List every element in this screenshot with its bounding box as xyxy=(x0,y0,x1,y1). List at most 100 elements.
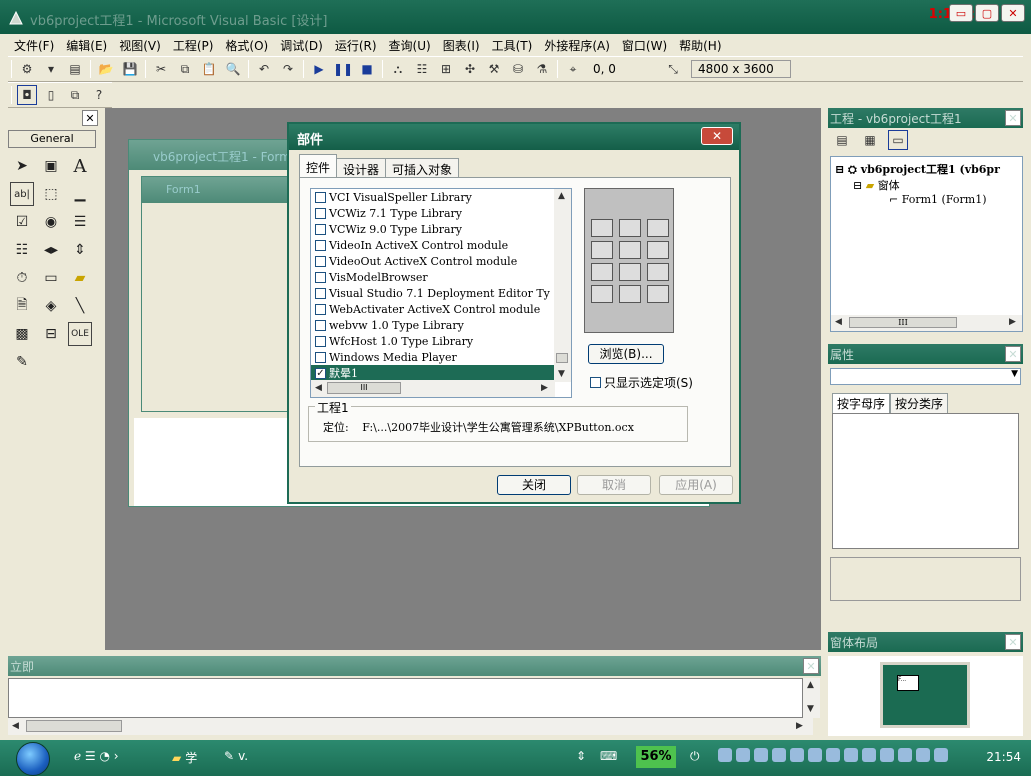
cancel-button[interactable]: 取消 xyxy=(577,475,651,495)
list-item[interactable]: VCI VisualSpeller Library xyxy=(311,189,555,205)
tree-root[interactable]: ⊟ ⛭ vb6project工程1 (vb6pr xyxy=(835,161,1000,177)
data-view-icon[interactable]: ⛁ xyxy=(508,59,528,79)
apply-button[interactable]: 应用(A) xyxy=(659,475,733,495)
start-button[interactable] xyxy=(16,742,50,776)
drivelistbox-tool-icon[interactable]: ▭ xyxy=(39,266,63,290)
taskbar-item-vb[interactable]: ✎ v. xyxy=(224,749,248,763)
add-project-icon[interactable]: ⚙ xyxy=(17,59,37,79)
data-tool-icon[interactable]: ⊟ xyxy=(39,322,63,346)
line-tool-icon[interactable]: ╲ xyxy=(68,294,92,318)
scroll-thumb[interactable] xyxy=(556,353,568,363)
open-folder-icon[interactable]: 📂 xyxy=(96,59,116,79)
menu-debug[interactable]: 调试(D) xyxy=(274,37,329,54)
pointer-tool-icon[interactable]: ➤ xyxy=(10,154,34,178)
immediate-input[interactable] xyxy=(8,678,803,718)
tray-icon[interactable] xyxy=(736,748,750,762)
menu-project[interactable]: 工程(P) xyxy=(167,37,220,54)
tab-insertable-objects[interactable]: 可插入对象 xyxy=(385,158,460,178)
timer-tool-icon[interactable]: ⏱ xyxy=(10,266,34,290)
component-checkbox[interactable] xyxy=(315,191,326,203)
menu-diagram[interactable]: 图表(I) xyxy=(437,37,486,54)
browse-button[interactable]: 浏览(B)... xyxy=(588,344,664,364)
tray-icon[interactable] xyxy=(844,748,858,762)
toolbox-general-tab[interactable]: General xyxy=(8,130,96,148)
close-window-button[interactable]: ✕ xyxy=(1001,4,1025,22)
tray-icon[interactable] xyxy=(772,748,786,762)
scroll-up-icon[interactable]: ▲ xyxy=(807,680,814,690)
custom-control-icon[interactable]: ✎ xyxy=(10,350,34,374)
list-item[interactable]: VisModelBrowser xyxy=(311,269,555,285)
dialog-close-action-button[interactable]: 关闭 xyxy=(497,475,571,495)
tray-icon[interactable] xyxy=(718,748,732,762)
quicklaunch-ie-icon[interactable]: ℯ ☰ ◔ › xyxy=(74,749,119,763)
run-icon[interactable]: ▶ xyxy=(309,59,329,79)
tray-icon[interactable] xyxy=(754,748,768,762)
form-layout-icon[interactable]: ⊞ xyxy=(436,59,456,79)
only-selected-option[interactable]: 只显示选定项(S) xyxy=(590,374,693,391)
listbox-tool-icon[interactable]: ☷ xyxy=(10,238,34,262)
menu-file[interactable]: 文件(F) xyxy=(8,37,60,54)
properties-grid[interactable] xyxy=(832,413,1019,549)
help-icon[interactable]: ? xyxy=(89,85,109,105)
view-code-icon[interactable]: ▤ xyxy=(832,130,852,150)
dirlistbox-tool-icon[interactable]: ▰ xyxy=(68,266,92,290)
filelistbox-tool-icon[interactable]: 🗎 xyxy=(10,294,34,318)
pause-icon[interactable]: ❚❚ xyxy=(333,59,353,79)
menu-run[interactable]: 运行(R) xyxy=(329,37,383,54)
list-item[interactable]: webvw 1.0 Type Library xyxy=(311,317,555,333)
component-checkbox[interactable] xyxy=(315,351,326,363)
tab-controls[interactable]: 控件 xyxy=(299,154,338,178)
form1-window[interactable]: Form1 xyxy=(141,176,291,412)
checkbox-tool-icon[interactable]: ☑ xyxy=(10,210,34,234)
list-item[interactable]: VCWiz 9.0 Type Library xyxy=(311,221,555,237)
scroll-left-icon[interactable]: ◀ xyxy=(12,721,19,731)
taskbar-item-folder[interactable]: ▰ 学 xyxy=(172,749,197,766)
taskbar-scroll-icon[interactable]: ⇕ xyxy=(576,749,586,763)
optionbutton-tool-icon[interactable]: ◉ xyxy=(39,210,63,234)
component-checkbox[interactable] xyxy=(315,207,326,219)
tree-horizontal-scrollbar[interactable]: ◀ III ▶ xyxy=(831,315,1022,331)
scroll-left-icon[interactable]: ◀ xyxy=(315,383,322,393)
bring-to-front-icon[interactable]: ◘ xyxy=(17,85,37,105)
label-tool-icon[interactable]: A xyxy=(68,154,92,178)
menu-edit[interactable]: 编辑(E) xyxy=(60,37,113,54)
toolbox-icon[interactable]: ⚒ xyxy=(484,59,504,79)
project-panel-close-icon[interactable]: ✕ xyxy=(1005,110,1021,126)
dialog-close-button[interactable]: ✕ xyxy=(701,127,733,145)
tray-icon[interactable] xyxy=(898,748,912,762)
project-explorer-icon[interactable]: ⛬ xyxy=(388,59,408,79)
list-item[interactable]: WebActivater ActiveX Control module xyxy=(311,301,555,317)
component-checkbox[interactable] xyxy=(315,319,326,331)
undo-icon[interactable]: ↶ xyxy=(254,59,274,79)
component-checkbox[interactable] xyxy=(315,223,326,235)
component-checkbox[interactable] xyxy=(315,287,326,299)
align-icon[interactable]: ⧉ xyxy=(65,85,85,105)
new-page-icon[interactable]: ▯ xyxy=(41,85,61,105)
components-list[interactable]: VCI VisualSpeller Library VCWiz 7.1 Type … xyxy=(310,188,572,398)
tree-form1[interactable]: ⌐ Form1 (Form1) xyxy=(889,193,986,206)
combobox-tool-icon[interactable]: ☰ xyxy=(68,210,92,234)
tray-icon[interactable] xyxy=(790,748,804,762)
tray-icon[interactable] xyxy=(916,748,930,762)
menu-editor-icon[interactable]: ▤ xyxy=(65,59,85,79)
list-item[interactable]: VCWiz 7.1 Type Library xyxy=(311,205,555,221)
list-item[interactable]: WfcHost 1.0 Type Library xyxy=(311,333,555,349)
find-icon[interactable]: 🔍 xyxy=(223,59,243,79)
menu-tools[interactable]: 工具(T) xyxy=(486,37,539,54)
cut-icon[interactable]: ✂ xyxy=(151,59,171,79)
hscroll-thumb[interactable]: III xyxy=(327,382,401,394)
scroll-up-icon[interactable]: ▲ xyxy=(558,191,565,201)
properties-panel-close-icon[interactable]: ✕ xyxy=(1005,346,1021,362)
menu-help[interactable]: 帮助(H) xyxy=(673,37,727,54)
immediate-vscroll[interactable]: ▲ ▼ xyxy=(803,678,820,718)
object-browser-icon[interactable]: ✣ xyxy=(460,59,480,79)
menu-query[interactable]: 查询(U) xyxy=(383,37,437,54)
tab-alphabetic[interactable]: 按字母序 xyxy=(832,393,891,413)
power-icon[interactable]: ⏻ xyxy=(690,749,700,764)
object-selector[interactable]: ▼ xyxy=(830,368,1021,385)
tab-categorized[interactable]: 按分类序 xyxy=(890,393,949,413)
menu-addins[interactable]: 外接程序(A) xyxy=(538,37,616,54)
component-checkbox[interactable] xyxy=(315,239,326,251)
chevron-down-icon[interactable]: ▼ xyxy=(1011,369,1018,379)
menu-format[interactable]: 格式(O) xyxy=(219,37,274,54)
